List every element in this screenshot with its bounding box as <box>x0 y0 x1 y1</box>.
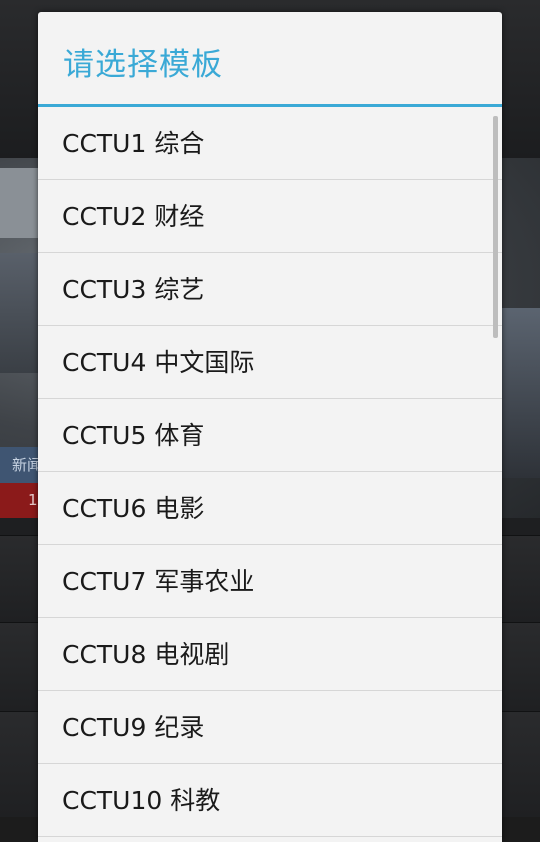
list-item-cctu10[interactable]: CCTU10 科教 <box>38 764 502 837</box>
list-scrollbar[interactable] <box>493 116 498 338</box>
dialog-title: 请选择模板 <box>63 47 223 83</box>
dialog-header: 请选择模板 <box>38 12 502 107</box>
list-item-label: CCTU2 财经 <box>62 202 205 231</box>
list-item-label: CCTU9 纪录 <box>62 713 205 742</box>
video-shape <box>0 253 40 373</box>
background-red-bar: 1 <box>0 483 40 518</box>
list-item-label: CCTU10 科教 <box>62 786 221 815</box>
list-item-cctu5[interactable]: CCTU5 体育 <box>38 399 502 472</box>
video-shape <box>502 308 540 478</box>
list-item-label: CCTU4 中文国际 <box>62 348 255 377</box>
list-item-cctu3[interactable]: CCTU3 综艺 <box>38 253 502 326</box>
template-list[interactable]: CCTU1 综合 CCTU2 财经 CCTU3 综艺 CCTU4 中文国际 CC… <box>38 107 502 837</box>
list-item-cctu8[interactable]: CCTU8 电视剧 <box>38 618 502 691</box>
list-item-label: CCTU5 体育 <box>62 421 205 450</box>
list-item-label: CCTU8 电视剧 <box>62 640 230 669</box>
background-news-label: 新闻 <box>0 447 40 483</box>
list-item-label: CCTU1 综合 <box>62 129 205 158</box>
list-item-label: CCTU3 综艺 <box>62 275 205 304</box>
list-item-cctu6[interactable]: CCTU6 电影 <box>38 472 502 545</box>
list-item-cctu7[interactable]: CCTU7 军事农业 <box>38 545 502 618</box>
list-item-label: CCTU7 军事农业 <box>62 567 255 596</box>
list-item-cctu4[interactable]: CCTU4 中文国际 <box>38 326 502 399</box>
list-item-cctu1[interactable]: CCTU1 综合 <box>38 107 502 180</box>
list-item-cctu9[interactable]: CCTU9 纪录 <box>38 691 502 764</box>
video-shape <box>0 168 40 238</box>
list-item-label: CCTU6 电影 <box>62 494 205 523</box>
template-select-dialog: 请选择模板 CCTU1 综合 CCTU2 财经 CCTU3 综艺 CCTU4 中… <box>38 12 502 842</box>
list-item-cctu2[interactable]: CCTU2 财经 <box>38 180 502 253</box>
